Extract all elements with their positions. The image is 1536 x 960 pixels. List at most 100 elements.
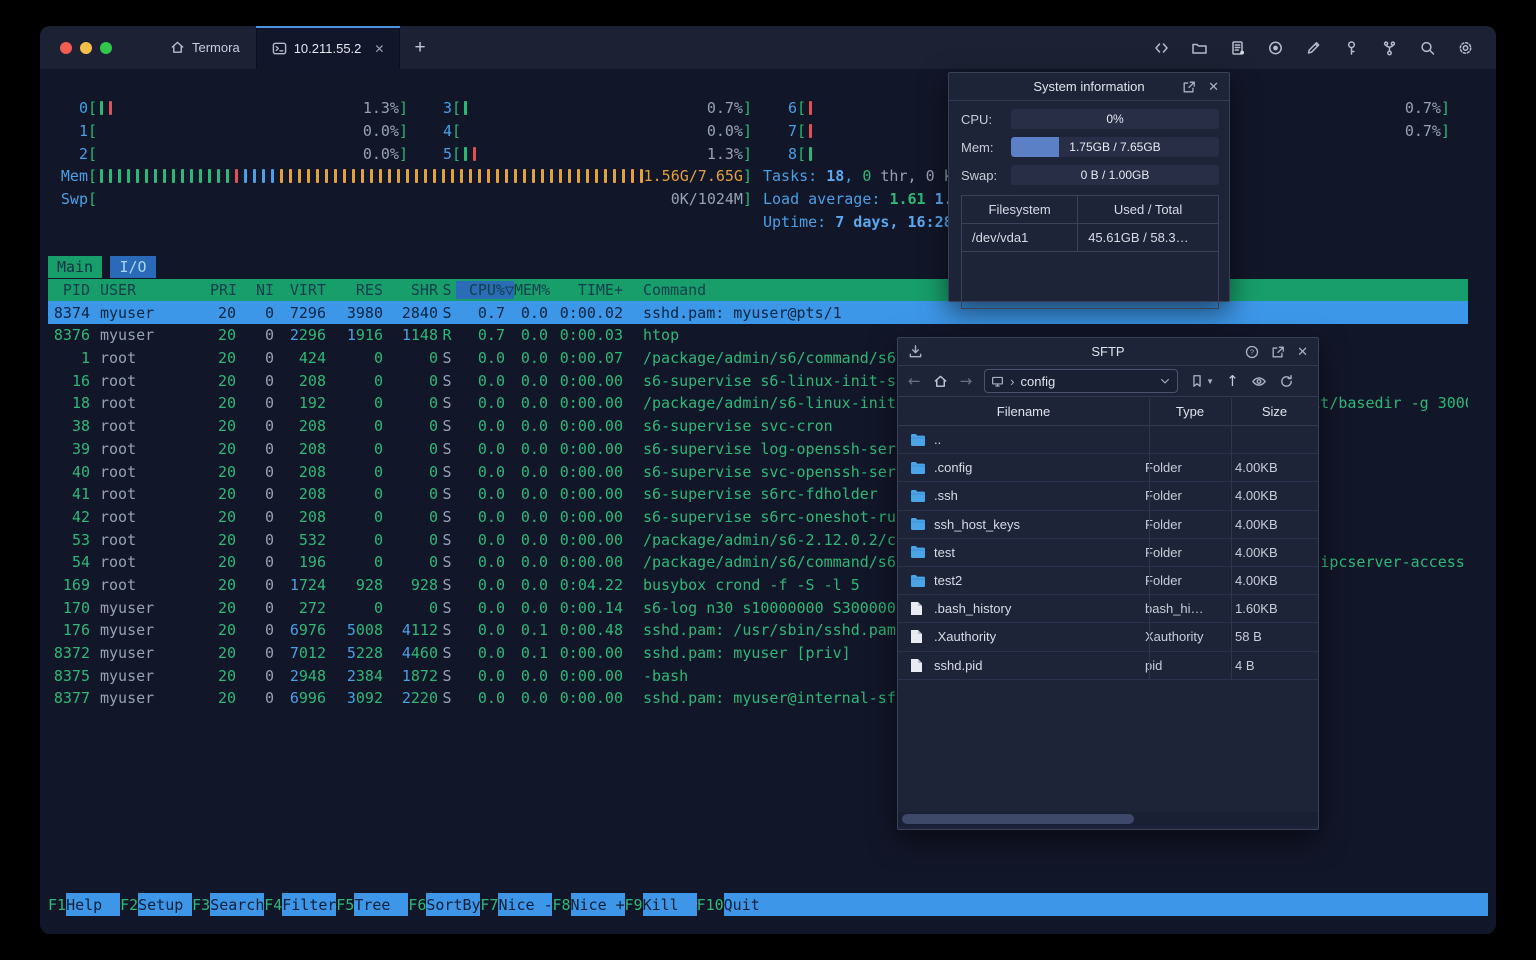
fkey-nice[interactable]: Nice - (498, 893, 553, 916)
folder-icon[interactable] (1191, 40, 1208, 56)
meter-bar (487, 169, 491, 184)
column-header-virt[interactable]: VIRT (274, 281, 326, 299)
key-icon[interactable] (1343, 40, 1360, 56)
back-arrow-icon[interactable]: ← (908, 372, 921, 390)
column-header-pri[interactable]: PRI (210, 281, 237, 299)
meter-bar (325, 169, 329, 184)
settings-icon[interactable] (1457, 40, 1474, 56)
column-filename[interactable]: Filename (898, 404, 1149, 419)
file-row[interactable]: ssh_host_keys Folder 4.00KB (898, 511, 1318, 539)
meter-bar (415, 169, 419, 184)
column-header-shr[interactable]: SHR (383, 281, 438, 299)
meter-bar (505, 169, 509, 184)
popout-icon[interactable] (1182, 80, 1196, 94)
fkey-setup[interactable]: Setup (138, 893, 193, 916)
path-input[interactable]: › config (984, 369, 1179, 393)
filesystem-table: Filesystem Used / Total/dev/vda1 45.61GB /… (961, 195, 1219, 309)
fkey-tree[interactable]: Tree (354, 893, 409, 916)
pencil-icon[interactable] (1305, 40, 1322, 56)
file-row[interactable]: .Xauthority Xauthority 58 B (898, 623, 1318, 652)
meter-bar (352, 169, 356, 184)
record-icon[interactable] (1267, 40, 1284, 56)
fkey-help[interactable]: Help (66, 893, 121, 916)
fkey-search[interactable]: Search (210, 893, 265, 916)
column-header-s[interactable]: S (438, 281, 456, 299)
file-icon (898, 601, 934, 616)
cpu-meter-value: 0.0% (362, 122, 399, 141)
show-hidden-eye-icon[interactable] (1251, 374, 1267, 389)
fkey-kill[interactable]: Kill (642, 893, 697, 916)
column-header-mem[interactable]: MEM% (514, 281, 550, 299)
fkey-sortby[interactable]: SortBy (426, 893, 481, 916)
tab-termora-home[interactable]: Termora (154, 26, 256, 69)
filesystem-row[interactable]: /dev/vda1 45.61GB / 58.3… (962, 224, 1218, 252)
zoom-window-button[interactable] (100, 41, 112, 54)
fkey-nice[interactable]: Nice + (570, 893, 625, 916)
column-size[interactable]: Size (1231, 404, 1318, 419)
help-icon[interactable]: ? (1245, 345, 1259, 359)
terminal-icon (272, 42, 286, 55)
folder-icon (898, 461, 934, 475)
chevron-down-icon[interactable] (1159, 375, 1171, 387)
cpu-meter-label: 1 (78, 122, 88, 141)
file-row[interactable]: .config Folder 4.00KB (898, 454, 1318, 483)
folder-icon (898, 517, 934, 531)
file-row[interactable]: test2 Folder 4.00KB (898, 567, 1318, 596)
htop-tab-io[interactable]: I/O (110, 256, 156, 278)
column-type[interactable]: Type (1149, 404, 1231, 419)
cpu-meter-label: 2 (78, 144, 88, 163)
meter-bar (809, 146, 813, 161)
meter-bar (361, 169, 365, 184)
close-icon[interactable]: ✕ (1208, 80, 1219, 93)
code-icon[interactable] (1153, 40, 1170, 56)
file-row[interactable]: .. (898, 426, 1318, 455)
new-tab-button[interactable]: + (400, 26, 439, 69)
popout-icon[interactable] (1271, 345, 1285, 359)
file-icon (898, 658, 934, 673)
file-row[interactable]: sshd.pid pid 4 B (898, 652, 1318, 680)
bookmark-control[interactable]: ▼ (1190, 374, 1214, 388)
sysinfo-bar-text: 0% (1106, 112, 1124, 126)
mem-meter-bars (97, 169, 644, 184)
search-icon[interactable] (1419, 40, 1436, 56)
file-name: test (934, 544, 955, 560)
refresh-icon[interactable] (1279, 374, 1294, 389)
meter-bar (514, 169, 518, 184)
close-window-button[interactable] (60, 41, 72, 54)
fkey-filter[interactable]: Filter (282, 893, 337, 916)
column-header-ni[interactable]: NI (236, 281, 274, 299)
column-header-user[interactable]: USER (100, 281, 210, 299)
file-row[interactable]: test Folder 4.00KB (898, 539, 1318, 567)
file-name: .Xauthority (934, 629, 997, 645)
home-icon[interactable] (933, 374, 948, 389)
htop-tab-main[interactable]: Main (48, 256, 102, 278)
meter-bar (541, 169, 545, 184)
process-row[interactable]: 8374 myuser 20 0 7296 3980 2840 S 0.7 0.0 0:00.02 s… (48, 301, 1468, 325)
column-header-time[interactable]: TIME+ (548, 281, 623, 299)
meter-bar (109, 169, 113, 184)
grid-line (1149, 398, 1150, 680)
fkey-quit[interactable]: Quit (723, 893, 1488, 916)
minimize-window-button[interactable] (80, 41, 92, 54)
cpu-meter: 3[0.7%] (440, 97, 752, 120)
file-row[interactable]: .bash_history bash_hi… 1.60KB (898, 595, 1318, 624)
column-header-pid[interactable]: PID (48, 281, 90, 299)
parent-directory-icon[interactable]: ↑ (1226, 372, 1239, 390)
home-tab-label: Termora (192, 40, 240, 55)
cpu-meter-label: 7 (787, 122, 797, 141)
meter-bar (100, 169, 104, 184)
meter-bar (613, 169, 617, 184)
notes-icon[interactable] (1229, 40, 1246, 56)
forward-arrow-icon[interactable]: → (960, 372, 973, 390)
close-icon[interactable]: ✕ (1297, 345, 1308, 358)
horizontal-scrollbar[interactable] (898, 812, 1318, 826)
process-table-header: PID USER PRI NI VIRT RES SHR S CPU%▽ MEM% TIME+ Com… (48, 278, 1468, 302)
file-row[interactable]: .ssh Folder 4.00KB (898, 482, 1318, 511)
scrollbar-thumb[interactable] (902, 814, 1134, 824)
column-header-cpu[interactable]: CPU%▽ (456, 281, 514, 300)
column-header-res[interactable]: RES (326, 281, 383, 299)
close-tab-icon[interactable]: ✕ (374, 42, 384, 56)
fork-icon[interactable] (1381, 40, 1398, 56)
meter-bar (478, 169, 482, 184)
tab-session-active[interactable]: 10.211.55.2 ✕ (255, 26, 401, 69)
